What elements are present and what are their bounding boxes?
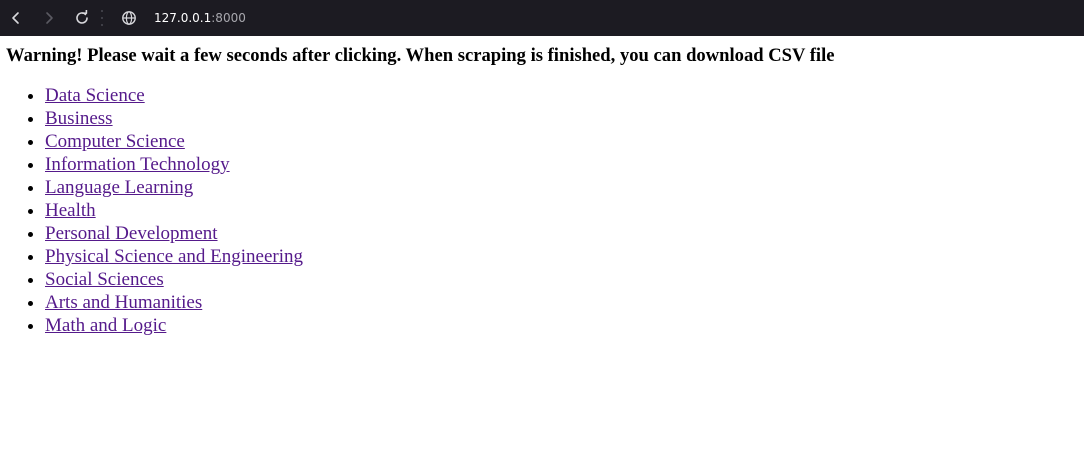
url-host: 127.0.0.1: [154, 11, 212, 25]
list-item: Language Learning: [45, 176, 1084, 199]
address-bar[interactable]: 127.0.0.1:8000: [154, 0, 246, 36]
category-link[interactable]: Health: [45, 200, 96, 221]
list-item: Computer Science: [45, 130, 1084, 153]
list-item: Social Sciences: [45, 268, 1084, 291]
reload-icon: [76, 10, 88, 24]
category-link[interactable]: Business: [45, 108, 113, 129]
list-item: Data Science: [45, 84, 1084, 107]
page-content: Warning! Please wait a few seconds after…: [0, 36, 1084, 337]
category-link[interactable]: Arts and Humanities: [45, 292, 202, 313]
category-link[interactable]: Social Sciences: [45, 269, 164, 290]
chevron-right-icon: [46, 12, 53, 24]
category-link[interactable]: Personal Development: [45, 223, 218, 244]
category-list: Data ScienceBusinessComputer ScienceInfo…: [0, 84, 1084, 337]
category-link[interactable]: Information Technology: [45, 154, 230, 175]
list-item: Information Technology: [45, 153, 1084, 176]
list-item: Math and Logic: [45, 314, 1084, 337]
warning-heading: Warning! Please wait a few seconds after…: [6, 45, 835, 66]
forward-button[interactable]: [37, 0, 61, 36]
category-link[interactable]: Language Learning: [45, 177, 193, 198]
list-item: Business: [45, 107, 1084, 130]
list-item: Health: [45, 199, 1084, 222]
url-port: :8000: [211, 11, 246, 25]
list-item: Arts and Humanities: [45, 291, 1084, 314]
globe-icon: [122, 11, 136, 25]
browser-toolbar: 127.0.0.1:8000: [0, 0, 1084, 36]
chevron-left-icon: [12, 12, 19, 24]
reload-button[interactable]: [70, 0, 94, 36]
category-link[interactable]: Physical Science and Engineering: [45, 246, 303, 267]
list-item: Physical Science and Engineering: [45, 245, 1084, 268]
site-info-button[interactable]: [118, 0, 140, 36]
back-button[interactable]: [4, 0, 28, 36]
category-link[interactable]: Math and Logic: [45, 315, 166, 336]
category-link[interactable]: Computer Science: [45, 131, 185, 152]
list-item: Personal Development: [45, 222, 1084, 245]
category-link[interactable]: Data Science: [45, 85, 145, 106]
toolbar-separator: [100, 10, 104, 26]
